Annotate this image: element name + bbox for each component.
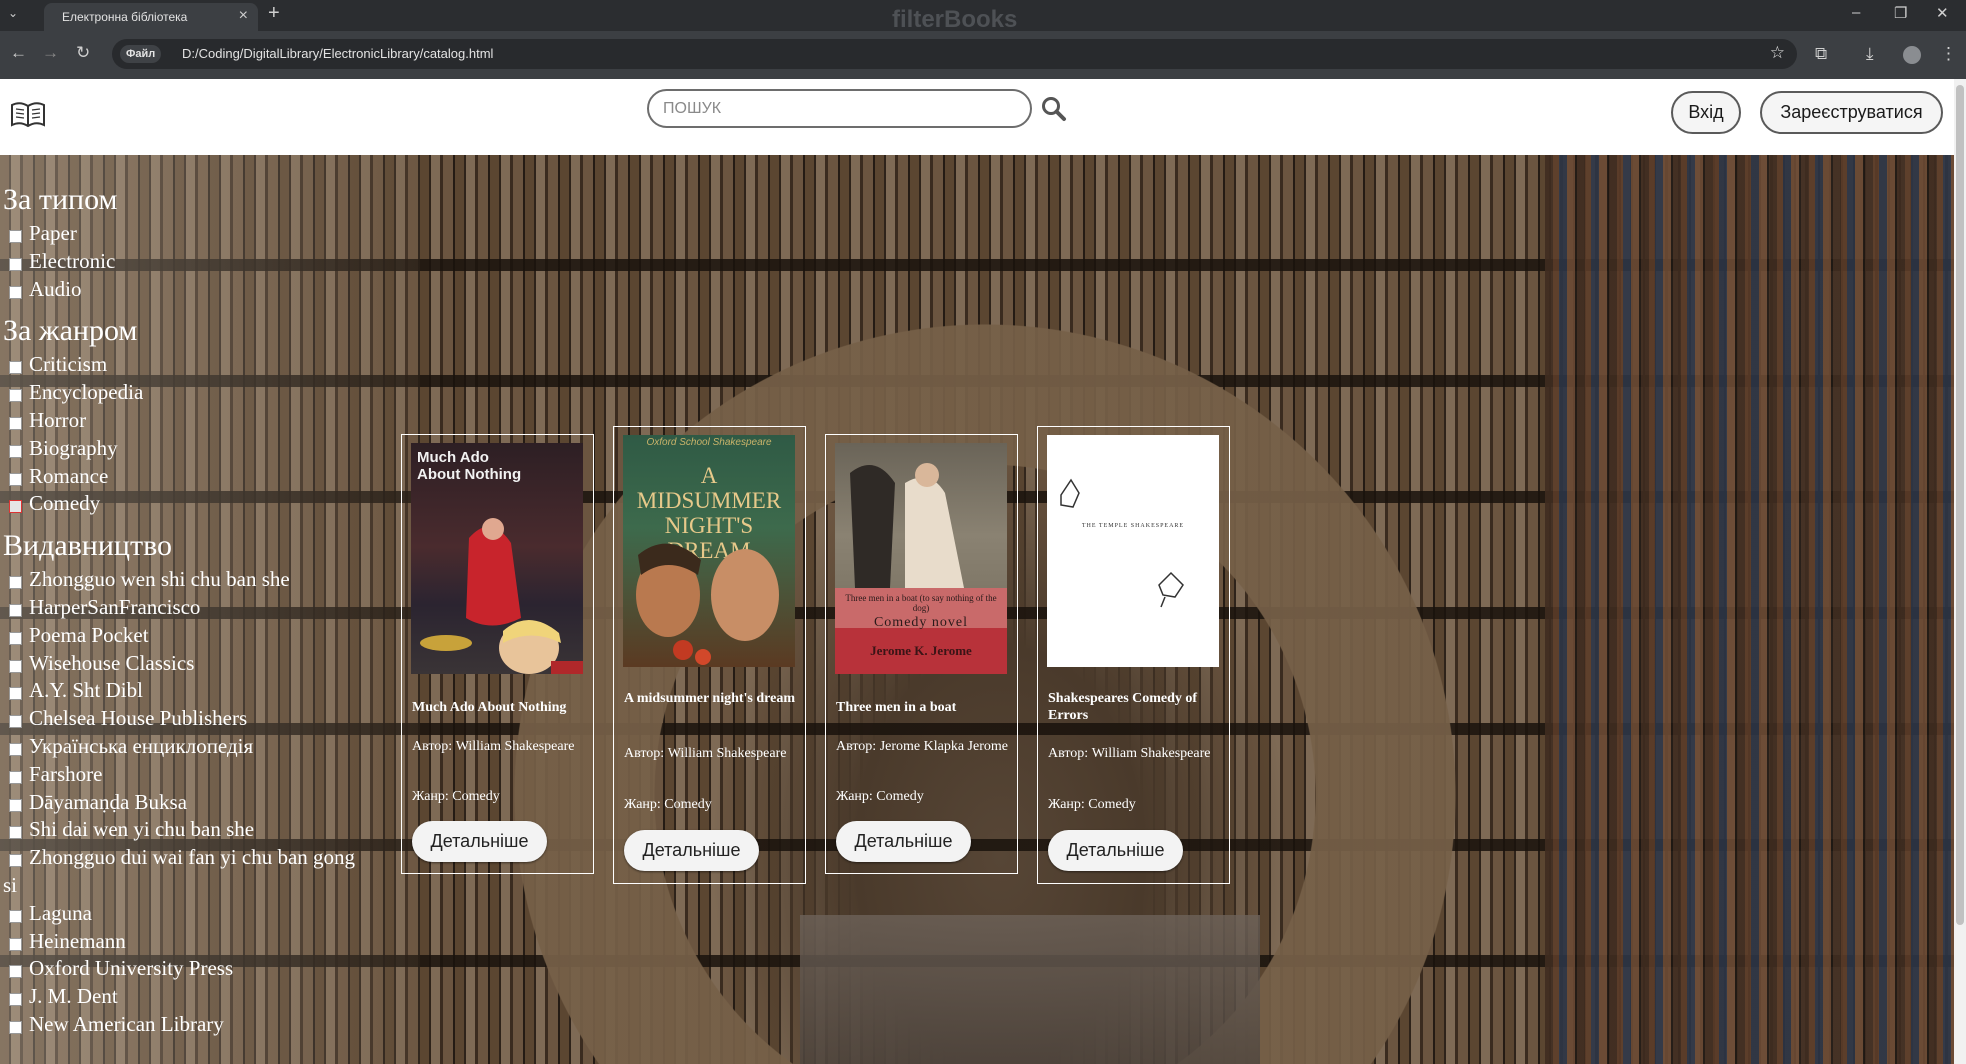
cover-kind-text: Comedy novel (873, 615, 969, 630)
forward-icon[interactable]: → (42, 43, 59, 63)
filter-list-type: Paper Electronic Audio (3, 220, 363, 303)
bookmark-star-icon[interactable]: ☆ (1770, 43, 1785, 63)
filter-option-publisher[interactable]: Poema Pocket (3, 622, 363, 650)
scrollbar-thumb[interactable] (1956, 85, 1964, 925)
search-icon[interactable] (1041, 96, 1067, 122)
book-author: Автор: William Shakespeare (624, 746, 787, 761)
register-button[interactable]: Зареєструватися (1760, 91, 1943, 134)
filter-heading-publisher: Видавництво (3, 529, 173, 563)
filter-option-type[interactable]: Electronic (3, 248, 363, 276)
filter-option-publisher[interactable]: HarperSanFrancisco (3, 594, 363, 622)
filter-option-publisher[interactable]: J. M. Dent (3, 983, 363, 1011)
filter-option-type[interactable]: Audio (3, 276, 363, 304)
book-card: Three men in a boat (to say nothing of t… (825, 434, 1018, 874)
filter-option-publisher[interactable]: Dāyamaṇḍa Buksa (3, 789, 363, 817)
cover-illustration (636, 543, 779, 665)
filter-option-genre[interactable]: Encyclopedia (3, 379, 363, 407)
filter-list-genre: Criticism Encyclopedia Horror Biography … (3, 351, 363, 518)
filter-option-type[interactable]: Paper (3, 220, 363, 248)
book-card: Much Ado About Nothing Much Ado About No… (401, 434, 594, 874)
filter-option-genre[interactable]: Romance (3, 463, 363, 491)
book-genre: Жанр: Comedy (1048, 797, 1136, 812)
window-title: filterBooks (892, 6, 1018, 33)
open-book-logo-icon[interactable] (10, 99, 46, 129)
filter-list-publisher: Zhongguo wen shi chu ban she HarperSanFr… (3, 566, 363, 1039)
details-button[interactable]: Детальніше (624, 830, 759, 871)
cover-subtitle-text: Three men in a boat (to say nothing of t… (845, 593, 997, 613)
book-title[interactable]: Much Ado About Nothing (412, 699, 590, 716)
filter-option-publisher[interactable]: Heinemann (3, 928, 363, 956)
details-button[interactable]: Детальніше (836, 821, 971, 862)
filter-option-publisher[interactable]: New American Library (3, 1011, 363, 1039)
tab-close-icon[interactable]: × (239, 7, 248, 25)
bookshelf-decoration (1545, 155, 1954, 1064)
book-card: Oxford School Shakespeare A MIDSUMMER NI… (613, 426, 806, 884)
cover-author-text: Jerome K. Jerome (870, 643, 972, 658)
cover-illustration (420, 518, 583, 674)
book-card: THE TEMPLE SHAKESPEARE Shakespeares Come… (1037, 426, 1230, 884)
browser-tab[interactable]: Електронна бібліотека × (44, 3, 258, 31)
filter-option-publisher[interactable]: Zhongguo dui wai fan yi chu ban gong si (3, 844, 363, 900)
filter-heading-genre: За жанром (3, 314, 138, 348)
browser-tab-bar: ⌄ Електронна бібліотека × + filterBooks … (0, 0, 1966, 33)
cover-illustration (1060, 478, 1184, 608)
search-input[interactable] (647, 89, 1032, 128)
book-genre: Жанр: Comedy (836, 789, 924, 804)
book-cover-image[interactable]: THE TEMPLE SHAKESPEARE (1047, 435, 1219, 667)
filter-option-publisher[interactable]: Farshore (3, 761, 363, 789)
new-tab-button[interactable]: + (268, 2, 280, 25)
filter-option-publisher[interactable]: Zhongguo wen shi chu ban she (3, 566, 363, 594)
cover-series-text: THE TEMPLE SHAKESPEARE (1081, 523, 1185, 529)
book-author: Автор: William Shakespeare (1048, 746, 1211, 761)
browser-menu-icon[interactable]: ⋮ (1940, 44, 1957, 64)
download-icon[interactable]: ⤓ (1866, 44, 1874, 64)
book-title[interactable]: A midsummer night's dream (624, 690, 802, 707)
reload-icon[interactable]: ↻ (76, 43, 90, 63)
filter-option-publisher[interactable]: Oxford University Press (3, 955, 363, 983)
filter-sidebar: За типом Paper Electronic Audio За жанро… (3, 182, 363, 1049)
details-button[interactable]: Детальніше (1048, 830, 1183, 871)
filter-option-genre[interactable]: Criticism (3, 351, 363, 379)
filter-option-genre[interactable]: Biography (3, 435, 363, 463)
filter-option-genre[interactable]: Horror (3, 407, 363, 435)
filter-option-genre-checked[interactable]: Comedy (3, 490, 363, 518)
book-author: Автор: Jerome Klapka Jerome (836, 739, 1008, 754)
login-button[interactable]: Вхід (1671, 91, 1741, 134)
book-title[interactable]: Shakespeares Comedy of Errors (1048, 690, 1226, 724)
tab-title: Електронна бібліотека (62, 10, 188, 24)
book-author: Автор: William Shakespeare (412, 739, 575, 754)
address-bar: ← → ↻ Файл D:/Coding/DigitalLibrary/Elec… (0, 31, 1966, 79)
hall-floor-decoration (800, 915, 1260, 1064)
filter-option-publisher[interactable]: Laguna (3, 900, 363, 928)
filter-option-publisher[interactable]: Chelsea House Publishers (3, 705, 363, 733)
filter-heading-type: За типом (3, 183, 118, 216)
book-title[interactable]: Three men in a boat (836, 699, 1014, 716)
omnibox[interactable]: Файл D:/Coding/DigitalLibrary/Electronic… (112, 39, 1797, 69)
book-cover-image[interactable]: Three men in a boat (to say nothing of t… (835, 443, 1007, 674)
profile-avatar[interactable] (1903, 46, 1921, 64)
back-icon[interactable]: ← (10, 43, 27, 63)
book-cover-image[interactable]: Oxford School Shakespeare A MIDSUMMER NI… (623, 435, 795, 667)
site-info-chip[interactable]: Файл (120, 45, 162, 63)
close-window-icon[interactable]: ✕ (1936, 4, 1949, 22)
cover-illustration (835, 463, 1007, 674)
minimize-icon[interactable]: – (1852, 4, 1860, 21)
url-text[interactable]: D:/Coding/DigitalLibrary/ElectronicLibra… (182, 46, 493, 61)
book-genre: Жанр: Comedy (624, 797, 712, 812)
filter-option-publisher[interactable]: Wisehouse Classics (3, 650, 363, 678)
filter-option-publisher[interactable]: A.Y. Sht Dibl (3, 677, 363, 705)
book-genre: Жанр: Comedy (412, 789, 500, 804)
tab-search-icon[interactable]: ⌄ (8, 6, 18, 20)
details-button[interactable]: Детальніше (412, 821, 547, 862)
page-scrollbar[interactable] (1954, 79, 1966, 1064)
site-header: Вхід Зареєструватися (0, 79, 1954, 155)
filter-option-publisher[interactable]: Shi dai wen yi chu ban she (3, 816, 363, 844)
filter-option-publisher[interactable]: Українська енциклопедія (3, 733, 363, 761)
book-cover-image[interactable]: Much Ado About Nothing (411, 443, 583, 674)
extensions-icon[interactable]: ⧉ (1815, 44, 1827, 64)
restore-icon[interactable]: ❐ (1894, 4, 1907, 22)
